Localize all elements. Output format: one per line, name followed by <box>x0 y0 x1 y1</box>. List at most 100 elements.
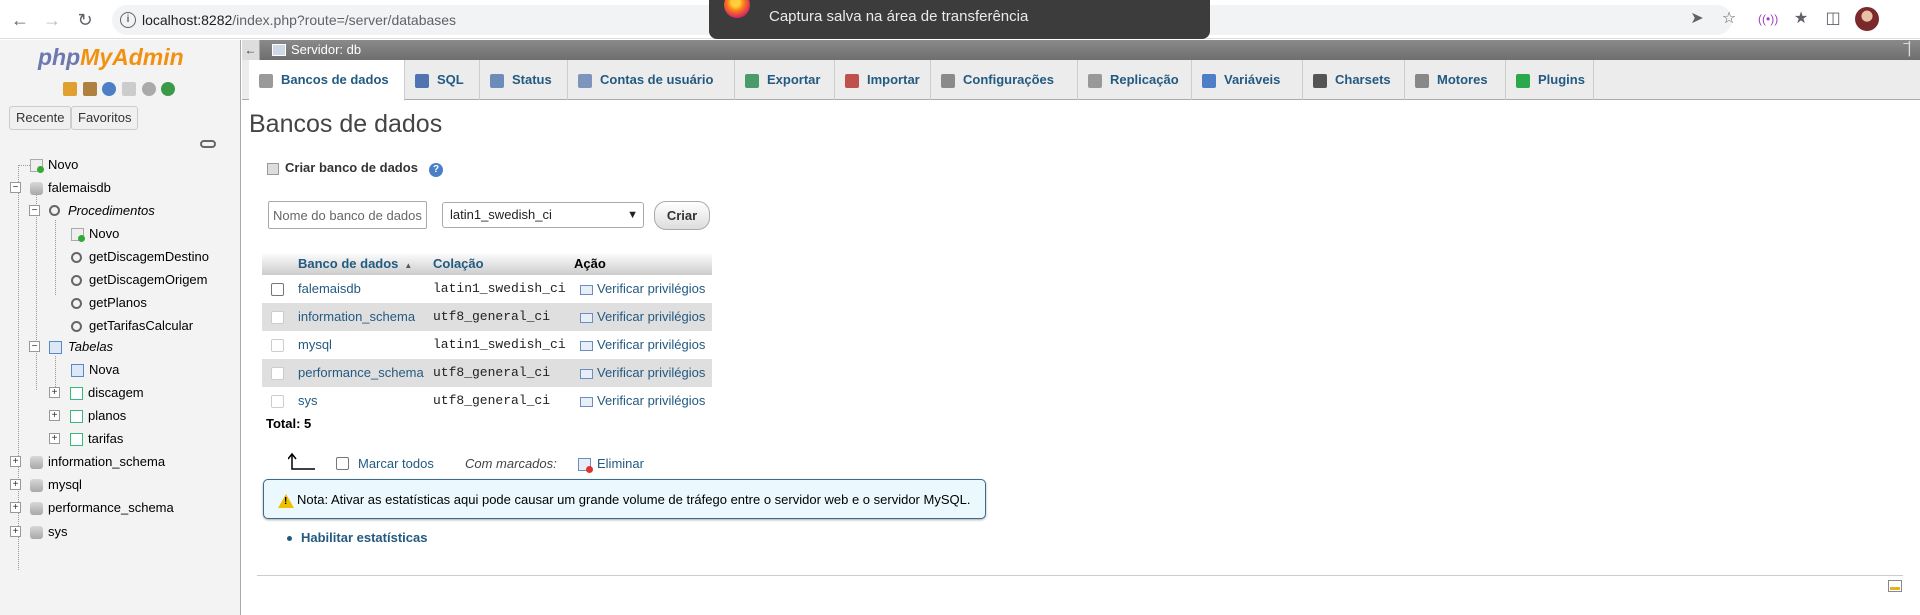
tree-db-falemaisdb[interactable]: falemaisdb <box>48 179 111 197</box>
divider <box>257 575 1903 576</box>
logout-icon[interactable] <box>82 82 97 96</box>
tab-charsets[interactable]: Charsets <box>1303 60 1405 100</box>
tab-exportar[interactable]: Exportar <box>735 60 835 100</box>
help-icon[interactable] <box>102 82 117 96</box>
row-checkbox[interactable] <box>271 283 284 296</box>
home-icon[interactable] <box>63 82 77 96</box>
tree-novo[interactable]: Novo <box>48 156 78 174</box>
docs-icon[interactable] <box>121 82 136 96</box>
tab-vari-veis[interactable]: Variáveis <box>1192 60 1303 100</box>
check-privileges-link[interactable]: Verificar privilégios <box>580 387 705 415</box>
expand-icon[interactable]: + <box>49 387 60 398</box>
collapse-header-icon[interactable]: ▕̅ <box>1900 41 1910 57</box>
tab-sql[interactable]: SQL <box>405 60 480 100</box>
bookmark-star-icon[interactable]: ☆ <box>1719 9 1739 29</box>
enable-statistics-link[interactable]: Habilitar estatísticas <box>301 530 427 545</box>
drop-icon[interactable] <box>578 458 593 473</box>
expand-icon[interactable]: + <box>49 410 60 421</box>
settings-gear-icon[interactable] <box>141 82 156 96</box>
collapse-icon[interactable]: − <box>29 341 40 352</box>
tree-table[interactable]: tarifas <box>88 430 123 448</box>
sidepanel-icon[interactable]: ◫ <box>1823 9 1843 29</box>
send-icon[interactable]: ➤ <box>1687 9 1707 29</box>
expand-icon[interactable]: + <box>49 433 60 444</box>
tables-icon <box>49 341 62 354</box>
tab-configura-es[interactable]: Configurações <box>931 60 1078 100</box>
tab-importar[interactable]: Importar <box>835 60 931 100</box>
db-name-input[interactable] <box>268 201 427 229</box>
tab-bancos-de-dados[interactable]: Bancos de dados <box>249 60 405 101</box>
favorites-button[interactable]: Favoritos <box>71 106 139 130</box>
expand-icon[interactable]: + <box>10 479 21 490</box>
tree-db[interactable]: sys <box>48 523 68 541</box>
db-name-link[interactable]: performance_schema <box>298 359 424 387</box>
tree-db[interactable]: information_schema <box>48 453 165 471</box>
tab-plugins[interactable]: Plugins <box>1506 60 1594 100</box>
collation-selected: latin1_swedish_ci <box>450 207 552 222</box>
tab-icon <box>745 73 759 88</box>
db-collation: latin1_swedish_ci <box>433 281 566 296</box>
recent-button[interactable]: Recente <box>9 106 72 130</box>
tree-table[interactable]: planos <box>88 407 126 425</box>
cast-icon[interactable]: ((•)) <box>1758 9 1778 29</box>
profile-avatar[interactable] <box>1855 7 1879 31</box>
tree-proc-new[interactable]: Novo <box>89 225 119 243</box>
header-database[interactable]: Banco de dados ▲ <box>298 252 412 275</box>
tree-table[interactable]: discagem <box>88 384 144 402</box>
console-icon[interactable] <box>1888 580 1902 592</box>
extensions-icon[interactable]: ★ <box>1791 9 1811 29</box>
header-collation[interactable]: Colação <box>433 252 484 275</box>
back-icon[interactable]: ← <box>8 8 32 32</box>
tree-procedure[interactable]: getPlanos <box>89 294 147 312</box>
collapse-icon[interactable]: − <box>10 182 21 193</box>
db-name-link[interactable]: mysql <box>298 331 332 359</box>
db-name-link[interactable]: sys <box>298 387 318 415</box>
tree-procedure[interactable]: getTarifasCalcular <box>89 317 193 335</box>
db-name-link[interactable]: falemaisdb <box>298 275 361 303</box>
tree-procedures[interactable]: Procedimentos <box>68 202 155 220</box>
mark-all-checkbox[interactable] <box>336 457 349 470</box>
check-privileges-link[interactable]: Verificar privilégios <box>580 359 705 387</box>
tab-replica-o[interactable]: Replicação <box>1078 60 1192 100</box>
expand-icon[interactable]: + <box>10 502 21 513</box>
reload-nav-icon[interactable] <box>161 82 176 96</box>
tab-status[interactable]: Status <box>480 60 568 100</box>
new-procedure-icon <box>71 228 85 242</box>
collapse-panel-icon[interactable]: ← <box>242 40 260 60</box>
row-checkbox[interactable] <box>271 311 284 324</box>
server-title[interactable]: Servidor: db <box>291 42 361 57</box>
check-privileges-link[interactable]: Verificar privilégios <box>580 331 705 359</box>
row-checkbox[interactable] <box>271 367 284 380</box>
row-checkbox[interactable] <box>271 395 284 408</box>
mark-all-link[interactable]: Marcar todos <box>358 456 434 471</box>
table-row: sys utf8_general_ci Verificar privilégios <box>262 387 712 415</box>
help-icon[interactable]: ? <box>429 163 443 177</box>
new-table-icon <box>71 364 84 377</box>
expand-icon[interactable]: + <box>10 456 21 467</box>
row-checkbox[interactable] <box>271 339 284 352</box>
tree-table-new[interactable]: Nova <box>89 361 119 379</box>
expand-icon[interactable]: + <box>10 526 21 537</box>
create-button[interactable]: Criar <box>654 201 710 230</box>
link-with-main-icon[interactable] <box>200 140 216 148</box>
tab-motores[interactable]: Motores <box>1405 60 1506 100</box>
tree-procedure[interactable]: getDiscagemDestino <box>89 248 209 266</box>
collation-select[interactable]: latin1_swedish_ci ▼ <box>442 202 644 228</box>
check-privileges-link[interactable]: Verificar privilégios <box>580 303 705 331</box>
reload-icon[interactable]: ↻ <box>73 8 97 32</box>
forward-icon[interactable]: → <box>40 8 64 32</box>
collapse-icon[interactable]: − <box>29 205 40 216</box>
tree-procedure[interactable]: getDiscagemOrigem <box>89 271 208 289</box>
site-info-icon[interactable]: i <box>120 12 136 28</box>
drop-link[interactable]: Eliminar <box>597 456 644 471</box>
tree-db[interactable]: mysql <box>48 476 82 494</box>
phpmyadmin-logo[interactable]: phpMyAdmin <box>38 44 184 71</box>
tab-contas-de-usu-rio[interactable]: Contas de usuário <box>568 60 735 100</box>
db-name-link[interactable]: information_schema <box>298 303 415 331</box>
arrow-up-icon <box>288 452 315 470</box>
screenshot-toast: Captura salva na área de transferência <box>709 0 1210 39</box>
check-privileges-link[interactable]: Verificar privilégios <box>580 275 705 303</box>
procedure-icon <box>71 298 82 309</box>
tree-tables[interactable]: Tabelas <box>68 338 113 356</box>
tree-db[interactable]: performance_schema <box>48 499 174 517</box>
